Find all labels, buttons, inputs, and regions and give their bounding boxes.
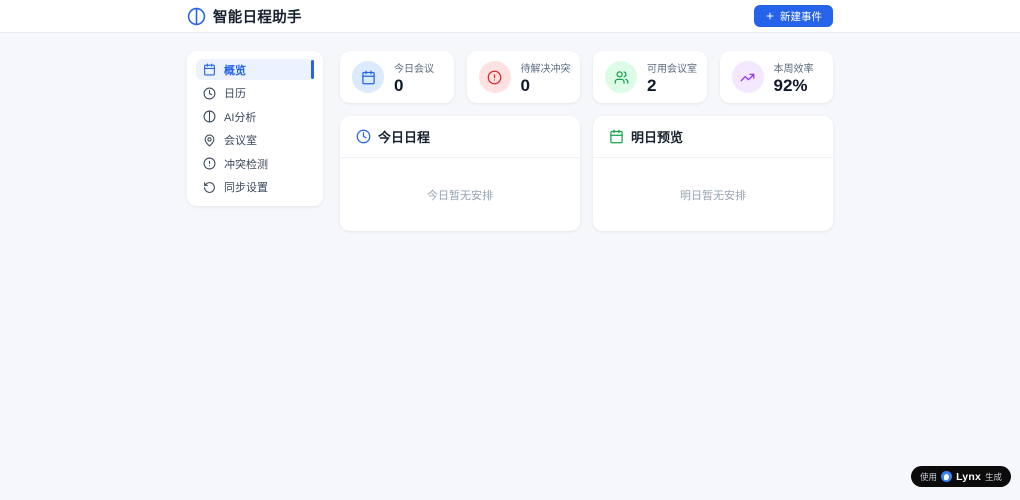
panel-title: 今日日程 [378,130,431,145]
sidebar-item-calendar[interactable]: 日历 [196,83,314,104]
badge-brand: Lynx [956,470,981,483]
plus-icon [766,12,774,20]
new-event-button[interactable]: 新建事件 [754,5,833,27]
panel-today-schedule: 今日日程 今日暂无安排 [340,116,580,231]
sidebar-item-label: 会议室 [224,135,257,147]
calendar-icon [610,129,623,144]
lynx-logo-icon [941,471,953,482]
app-title: 智能日程助手 [213,9,302,26]
clock-icon [203,87,216,99]
sidebar-item-meeting-rooms[interactable]: 会议室 [196,130,314,151]
stat-card-unresolved-conflicts: 待解决冲突 0 [466,51,580,103]
stat-value: 2 [647,76,657,95]
sidebar: 概览 日历 AI分析 会议室 冲突检测 同步设置 [187,51,323,206]
stat-label: 今日会议 [394,64,434,75]
stat-card-today-meetings: 今日会议 0 [340,51,454,103]
panel-tomorrow-preview: 明日预览 明日暂无安排 [593,116,833,231]
stat-card-available-rooms: 可用会议室 2 [593,51,707,103]
stat-label: 可用会议室 [647,64,697,75]
alert-circle-icon [203,157,216,170]
badge-suffix: 生成 [984,471,1002,482]
sidebar-item-label: 同步设置 [224,182,268,194]
calendar-icon [204,63,215,76]
sync-icon [204,181,215,193]
stat-value: 0 [394,76,404,95]
app-header: 智能日程助手 新建事件 [0,0,1020,33]
panel-empty-state: 明日暂无安排 [593,158,833,231]
sidebar-item-sync-settings[interactable]: 同步设置 [196,177,314,198]
panel-title: 明日预览 [631,130,684,145]
sidebar-item-label: 概览 [224,64,246,77]
ai-circle-icon [203,110,216,123]
app-logo-icon [187,7,206,25]
sidebar-item-ai-analysis[interactable]: AI分析 [196,106,314,127]
panel-empty-state: 今日暂无安排 [340,158,580,231]
main-content: 今日会议 0 待解决冲突 0 可用会议室 2 本周效率 92% 今日日程 今日暂… [340,51,833,231]
sidebar-item-label: 日历 [224,88,246,100]
sidebar-item-label: AI分析 [224,111,257,124]
empty-text: 明日暂无安排 [680,189,746,202]
sidebar-item-label: 冲突检测 [224,158,268,171]
stat-card-weekly-efficiency: 本周效率 92% [719,51,833,103]
lynx-badge[interactable]: 使用 Lynx 生成 [911,466,1011,487]
sidebar-item-overview[interactable]: 概览 [196,59,314,80]
clock-icon [356,129,371,144]
stat-label: 本周效率 [773,64,814,75]
stat-value: 92% [773,76,808,95]
badge-prefix: 使用 [920,471,938,482]
users-icon [605,61,637,93]
alert-circle-icon [478,61,511,93]
sidebar-item-conflict-detection[interactable]: 冲突检测 [196,153,314,174]
stat-label: 待解决冲突 [520,64,571,75]
panel-header: 明日预览 [593,116,833,158]
panel-header: 今日日程 [340,116,580,158]
calendar-icon [352,61,384,93]
stats-row: 今日会议 0 待解决冲突 0 可用会议室 2 本周效率 92% [340,51,833,103]
panels-row: 今日日程 今日暂无安排 明日预览 明日暂无安排 [340,116,833,231]
empty-text: 今日暂无安排 [427,189,493,202]
brand: 智能日程助手 [187,6,302,27]
stat-value: 0 [520,76,530,95]
new-event-button-label: 新建事件 [780,10,822,23]
trending-up-icon [731,61,764,93]
map-pin-icon [204,134,215,146]
